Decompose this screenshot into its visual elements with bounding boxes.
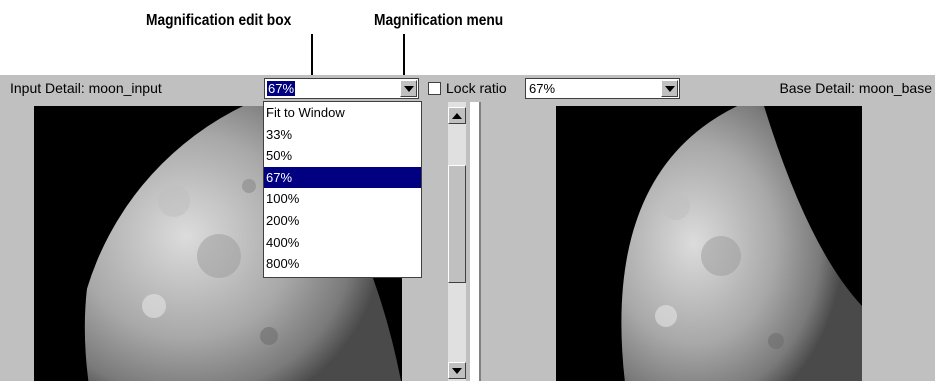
magnification-option[interactable]: 200% xyxy=(264,210,421,232)
lock-ratio-label[interactable]: Lock ratio xyxy=(446,80,507,96)
chevron-down-icon xyxy=(404,86,414,92)
base-image xyxy=(556,106,862,381)
scrollbar-thumb[interactable] xyxy=(448,165,466,283)
magnification-combo-left[interactable]: 67% xyxy=(264,78,419,99)
vertical-scrollbar[interactable] xyxy=(444,102,470,381)
callout-magnification-edit-box: Magnification edit box xyxy=(146,12,292,29)
scroll-down-button[interactable] xyxy=(448,362,466,379)
chevron-up-icon xyxy=(452,113,462,119)
base-detail-pane[interactable] xyxy=(479,102,935,381)
magnification-edit-box[interactable]: 67% xyxy=(267,81,296,96)
magnification-option[interactable]: 33% xyxy=(264,124,421,146)
magnification-menu-button-right[interactable] xyxy=(661,80,678,97)
magnification-edit-box-right[interactable]: 67% xyxy=(528,81,556,96)
magnification-option[interactable]: 800% xyxy=(264,253,421,275)
moon-image xyxy=(556,106,862,381)
chevron-down-icon xyxy=(665,86,675,92)
scroll-up-button[interactable] xyxy=(448,107,466,124)
magnification-option[interactable]: 100% xyxy=(264,188,421,210)
chevron-down-icon xyxy=(452,368,462,374)
magnification-option[interactable]: 400% xyxy=(264,232,421,254)
base-detail-label: Base Detail: moon_base xyxy=(779,80,932,96)
lock-ratio-checkbox[interactable] xyxy=(428,82,441,95)
detail-toolbar: Input Detail: moon_input 67% Lock ratio … xyxy=(0,75,935,102)
magnification-menu-button[interactable] xyxy=(400,80,417,97)
magnification-dropdown[interactable]: Fit to Window 33% 50% 67% 100% 200% 400% 800% xyxy=(263,101,422,278)
magnification-option[interactable]: 50% xyxy=(264,145,421,167)
magnification-combo-right[interactable]: 67% xyxy=(525,78,680,99)
magnification-option[interactable]: Fit to Window xyxy=(264,102,421,124)
callout-magnification-menu: Magnification menu xyxy=(374,12,504,29)
magnification-option[interactable]: 67% xyxy=(264,166,421,189)
input-detail-label: Input Detail: moon_input xyxy=(10,80,162,96)
